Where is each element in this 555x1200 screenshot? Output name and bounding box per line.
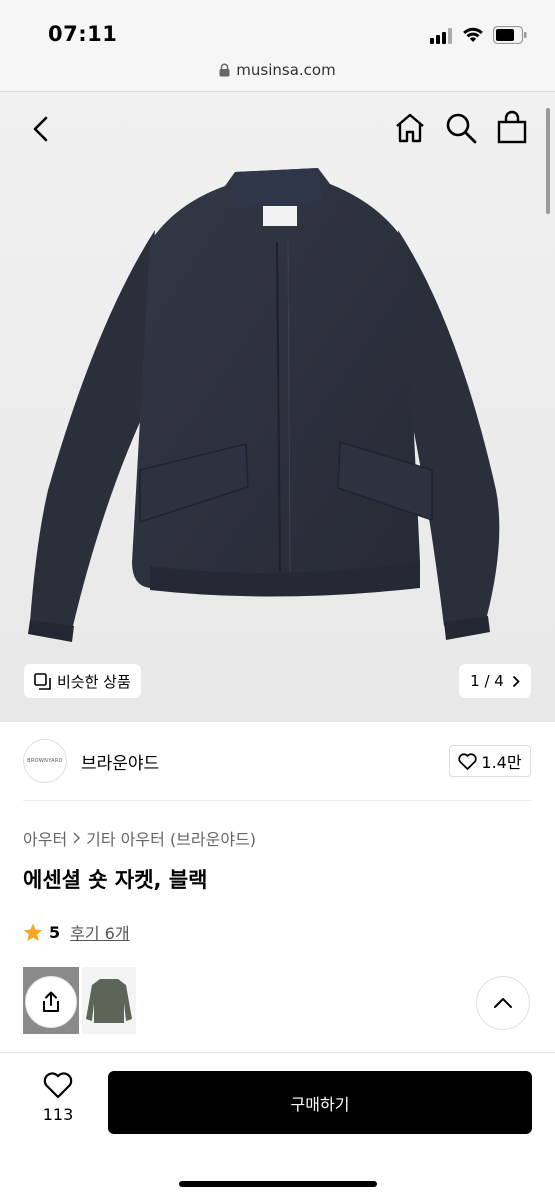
share-icon: [43, 991, 59, 1012]
wishlist-button[interactable]: 113: [36, 1072, 80, 1124]
wifi-icon: [463, 27, 483, 42]
product-rating: 5 후기 6개: [23, 920, 130, 944]
product-image[interactable]: [0, 92, 555, 722]
brand-name[interactable]: 브라운야드: [81, 749, 159, 774]
scrollbar[interactable]: [546, 108, 550, 214]
battery-icon: [493, 26, 527, 44]
scroll-to-top-button[interactable]: [476, 976, 530, 1030]
review-count-link[interactable]: 후기 6개: [70, 920, 129, 944]
divider: [23, 800, 531, 801]
breadcrumb-subcategory[interactable]: 기타 아우터 (브라운야드): [86, 826, 256, 850]
product-title: 에센셜 숏 자켓, 블랙: [23, 868, 208, 892]
breadcrumb: 아우터 기타 아우터 (브라운야드): [23, 826, 256, 850]
breadcrumb-category[interactable]: 아우터: [23, 826, 67, 850]
cellular-signal-icon: [430, 28, 454, 44]
similar-icon: [34, 672, 51, 690]
chevron-right-icon: [512, 675, 520, 687]
lock-icon: [219, 63, 230, 77]
rating-score: 5: [49, 922, 61, 942]
brand-logo-text: BROWNYARD: [27, 758, 63, 764]
image-counter: 1 / 4: [470, 672, 504, 690]
brand-like-count: 1.4만: [481, 753, 522, 772]
back-icon[interactable]: [26, 114, 56, 144]
heart-icon: [458, 752, 478, 770]
image-counter-button[interactable]: 1 / 4: [459, 664, 531, 698]
similar-products-button[interactable]: 비슷한 상품: [24, 664, 141, 698]
shopping-bag-icon[interactable]: [496, 110, 528, 144]
star-icon: [23, 923, 43, 941]
share-button[interactable]: [25, 976, 77, 1028]
status-bar: 07:11: [0, 0, 555, 60]
heart-icon: [43, 1072, 73, 1099]
status-time: 07:11: [48, 22, 118, 46]
wishlist-count: 113: [42, 1105, 74, 1124]
jacket-image: [28, 168, 500, 642]
home-icon[interactable]: [394, 112, 426, 144]
chevron-up-icon: [494, 998, 512, 1008]
jacket-thumbnail-icon: [86, 979, 132, 1023]
thumbnail-2[interactable]: [82, 967, 136, 1034]
brand-like-button[interactable]: 1.4만: [449, 745, 531, 777]
search-icon[interactable]: [445, 112, 477, 144]
brand-logo[interactable]: BROWNYARD: [23, 739, 67, 783]
home-indicator: [179, 1181, 377, 1187]
chevron-right-icon: [73, 832, 81, 844]
similar-products-label: 비슷한 상품: [57, 672, 131, 691]
buy-button[interactable]: 구매하기: [108, 1071, 532, 1134]
url-text: musinsa.com: [236, 61, 336, 79]
browser-url-bar[interactable]: musinsa.com: [0, 60, 555, 92]
